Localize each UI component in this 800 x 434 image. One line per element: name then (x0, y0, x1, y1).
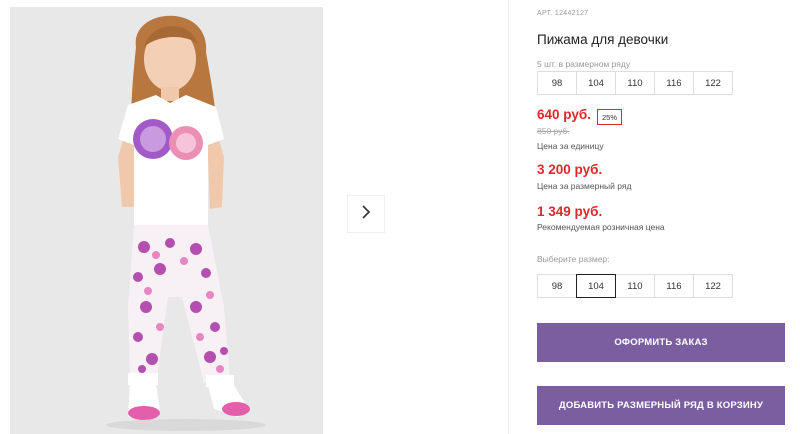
row-price-caption: Цена за размерный ряд (537, 181, 632, 191)
column-divider (508, 0, 509, 434)
size-row-grid: 98 104 110 116 122 (537, 71, 733, 95)
girl-in-pajamas-illustration (10, 7, 323, 434)
old-price: 850 руб. (537, 126, 570, 136)
size-row-item: 98 (537, 71, 577, 95)
chevron-right-icon (360, 204, 372, 225)
size-select-grid: 98 104 110 116 122 (537, 274, 733, 298)
gallery-next-button[interactable] (347, 195, 385, 233)
retail-price: 1 349 руб. (537, 204, 603, 219)
size-option-116[interactable]: 116 (654, 274, 694, 298)
size-option-110[interactable]: 110 (615, 274, 655, 298)
retail-price-caption: Рекомендуемая розничная цена (537, 222, 665, 232)
size-row-item: 110 (615, 71, 655, 95)
size-option-122[interactable]: 122 (693, 274, 733, 298)
size-option-98[interactable]: 98 (537, 274, 577, 298)
size-row-item: 116 (654, 71, 694, 95)
size-option-104[interactable]: 104 (576, 274, 616, 298)
unit-price-caption: Цена за единицу (537, 141, 604, 151)
product-gallery (0, 0, 508, 434)
discount-badge: 25% (597, 109, 622, 125)
size-row-label: 5 шт. в размерном ряду (537, 59, 631, 69)
product-title: Пижама для девочки (537, 32, 669, 47)
size-row-item: 104 (576, 71, 616, 95)
row-price: 3 200 руб. (537, 162, 603, 177)
add-size-row-to-cart-button[interactable]: ДОБАВИТЬ РАЗМЕРНЫЙ РЯД В КОРЗИНУ (537, 386, 785, 425)
unit-price: 640 руб. (537, 107, 591, 122)
size-select-label: Выберите размер: (537, 254, 610, 264)
size-row-item: 122 (693, 71, 733, 95)
product-sku: АРТ. 12442127 (537, 10, 589, 17)
checkout-button[interactable]: ОФОРМИТЬ ЗАКАЗ (537, 323, 785, 362)
product-photo (10, 7, 323, 434)
